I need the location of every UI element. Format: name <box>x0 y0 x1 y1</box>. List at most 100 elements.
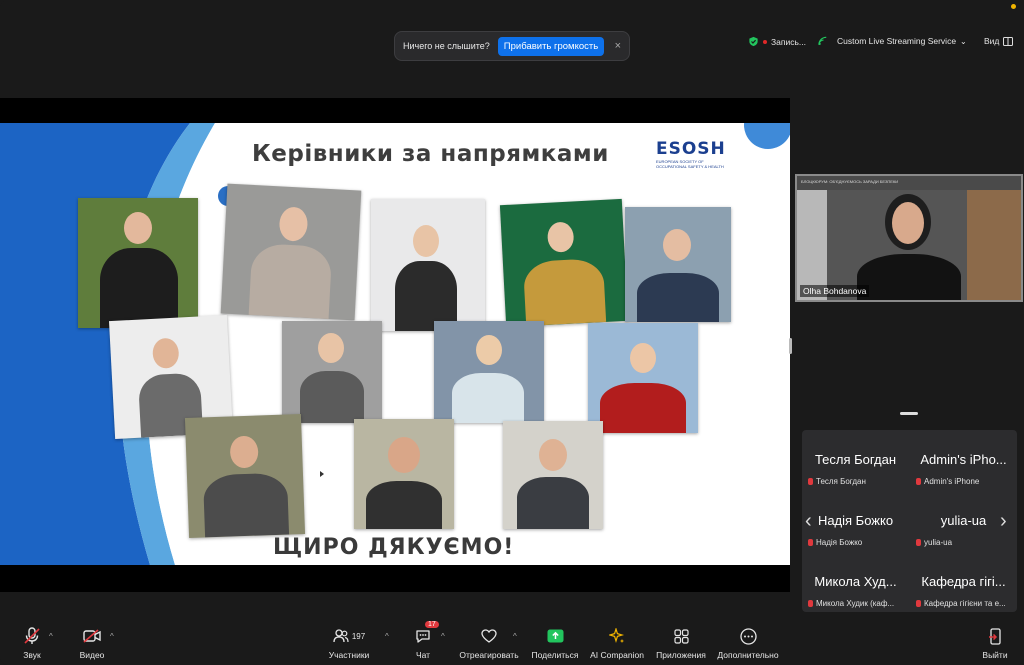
participant-tile[interactable]: Admin's iPho... Admin's iPhone <box>910 430 1017 490</box>
audio-label: Звук <box>23 650 41 660</box>
shield-check-icon <box>749 36 758 47</box>
video-label: Видео <box>79 650 105 660</box>
participants-label: Участники <box>328 650 370 660</box>
participant-label: Микола Худик (каф... <box>816 599 895 608</box>
video-off-icon <box>83 627 101 645</box>
sparkle-icon <box>608 627 626 645</box>
portrait-photo <box>371 199 485 331</box>
mic-muted-icon <box>808 600 813 607</box>
heart-icon <box>480 627 498 645</box>
more-button[interactable]: Дополнительно <box>714 620 782 665</box>
recording-status[interactable]: Запись... <box>748 36 806 47</box>
portrait-photo <box>499 198 629 328</box>
increase-volume-button[interactable]: Прибавить громкость <box>497 36 605 56</box>
portrait-photo <box>503 421 603 529</box>
leave-label: Выйти <box>982 650 1008 660</box>
chat-button[interactable]: 17 Чат <box>408 620 439 665</box>
broadcast-icon <box>818 36 827 46</box>
record-label: Запись... <box>771 36 806 47</box>
portrait-photo <box>354 419 454 529</box>
participant-display-name: Микола Худ... <box>814 574 897 589</box>
speaker-face <box>892 202 924 244</box>
view-menu[interactable]: Вид <box>984 36 1014 46</box>
chevron-down-icon: ⌄ <box>960 36 967 46</box>
mouse-cursor-icon <box>320 471 324 477</box>
participant-tile[interactable]: Кафедра гігі... Кафедра гігієни та е... <box>910 552 1017 612</box>
react-button[interactable]: Отреагировать <box>458 620 520 665</box>
portrait-photo <box>184 414 306 538</box>
participant-display-name: Admin's iPho... <box>920 452 1007 467</box>
record-dot-icon <box>763 39 767 44</box>
shared-screen[interactable]: Керівники за напрямками ESOSH EUROPEAN S… <box>0 98 790 592</box>
chevron-up-icon[interactable]: ^ <box>441 632 445 641</box>
apps-label: Приложения <box>656 650 706 660</box>
participant-label: yulia-ua <box>924 538 953 547</box>
video-button[interactable]: Видео <box>72 620 112 665</box>
meeting-toolbar: Звук ^ Видео ^ 197 Участники ^ 17 Чат ^ <box>0 620 1024 665</box>
audio-notice: Ничего не слышите? Прибавить громкость × <box>394 31 630 61</box>
share-screen-icon <box>546 627 564 645</box>
mic-muted-icon <box>916 478 921 485</box>
participant-gallery: Тесля Богдан Тесля Богдан Admin's iPho..… <box>802 430 1017 612</box>
react-label: Отреагировать <box>459 650 519 660</box>
more-options-icon <box>739 627 757 645</box>
portrait-photo <box>625 207 731 322</box>
participant-label: Тесля Богдан <box>816 477 866 486</box>
chat-unread-badge: 17 <box>425 621 439 628</box>
mic-muted-icon <box>808 539 813 546</box>
ai-companion-button[interactable]: AI Companion <box>588 620 646 665</box>
chevron-up-icon[interactable]: ^ <box>110 632 114 641</box>
participant-tile[interactable]: Тесля Богдан Тесля Богдан <box>802 430 909 490</box>
slide-title: Керівники за напрямками <box>252 141 609 167</box>
apps-icon <box>672 627 690 645</box>
chevron-up-icon[interactable]: ^ <box>513 632 517 641</box>
gallery-next-arrow-icon[interactable]: › <box>1000 510 1007 533</box>
audio-notice-text: Ничего не слышите? <box>403 41 490 51</box>
live-stream-status[interactable]: Custom Live Streaming Service ⌄ <box>818 36 967 46</box>
logo-name: ESOSH <box>656 139 726 159</box>
audio-button[interactable]: Звук <box>14 620 50 665</box>
chat-icon: 17 <box>414 621 439 645</box>
participant-label: Надія Божко <box>816 538 863 547</box>
mic-muted-icon <box>916 539 921 546</box>
gallery-prev-arrow-icon[interactable]: ‹ <box>805 510 812 533</box>
logo-line-2: OCCUPATIONAL SAFETY & HEALTH <box>656 164 724 169</box>
window-indicator-dot <box>1011 4 1016 9</box>
zoom-window: Ничего не слышите? Прибавить громкость ×… <box>0 0 1024 665</box>
ai-companion-label: AI Companion <box>590 650 644 660</box>
apps-button[interactable]: Приложения <box>654 620 708 665</box>
leave-icon <box>986 627 1004 645</box>
mic-muted-icon <box>23 627 41 645</box>
active-speaker-video[interactable]: БЛОЦКЮРУМ: ОБ'ЄДНУЄМОСЬ ЗАРАДИ БЕЗПЕКИ O… <box>795 174 1023 302</box>
mic-muted-icon <box>808 478 813 485</box>
leave-button[interactable]: Выйти <box>978 620 1012 665</box>
share-label: Поделиться <box>531 650 579 660</box>
participant-tile[interactable]: Надія Божко Надія Божко <box>802 491 909 551</box>
chevron-up-icon[interactable]: ^ <box>49 632 53 641</box>
participant-display-name: Тесля Богдан <box>814 452 897 467</box>
mic-muted-icon <box>916 600 921 607</box>
speaker-banner: БЛОЦКЮРУМ: ОБ'ЄДНУЄМОСЬ ЗАРАДИ БЕЗПЕКИ <box>797 176 1021 190</box>
live-stream-label: Custom Live Streaming Service <box>837 36 957 46</box>
grid-view-icon <box>1003 36 1014 46</box>
participants-icon <box>333 629 349 643</box>
participant-label: Admin's iPhone <box>924 477 980 486</box>
share-screen-button[interactable]: Поделиться <box>530 620 580 665</box>
chevron-up-icon[interactable]: ^ <box>385 632 389 641</box>
view-label: Вид <box>984 36 1000 46</box>
participant-tile[interactable]: Микола Худ... Микола Худик (каф... <box>802 552 909 612</box>
participants-count: 197 <box>351 631 366 641</box>
participant-label: Кафедра гігієни та е... <box>924 599 1006 608</box>
speaker-name: Olha Bohdanova <box>800 285 870 297</box>
participants-button[interactable]: 197 Участники <box>323 620 375 665</box>
panel-resize-handle[interactable] <box>789 338 792 354</box>
portrait-photo <box>434 321 544 423</box>
participant-display-name: Кафедра гігі... <box>921 574 1006 589</box>
close-icon[interactable]: × <box>615 40 621 52</box>
participant-display-name: Надія Божко <box>817 513 894 528</box>
portrait-photo <box>78 198 198 328</box>
gallery-drag-handle[interactable] <box>900 412 918 415</box>
more-label: Дополнительно <box>717 650 779 660</box>
chat-label: Чат <box>415 650 431 660</box>
slide-thanks-text: ЩИРО ДЯКУЄМО! <box>273 535 515 560</box>
